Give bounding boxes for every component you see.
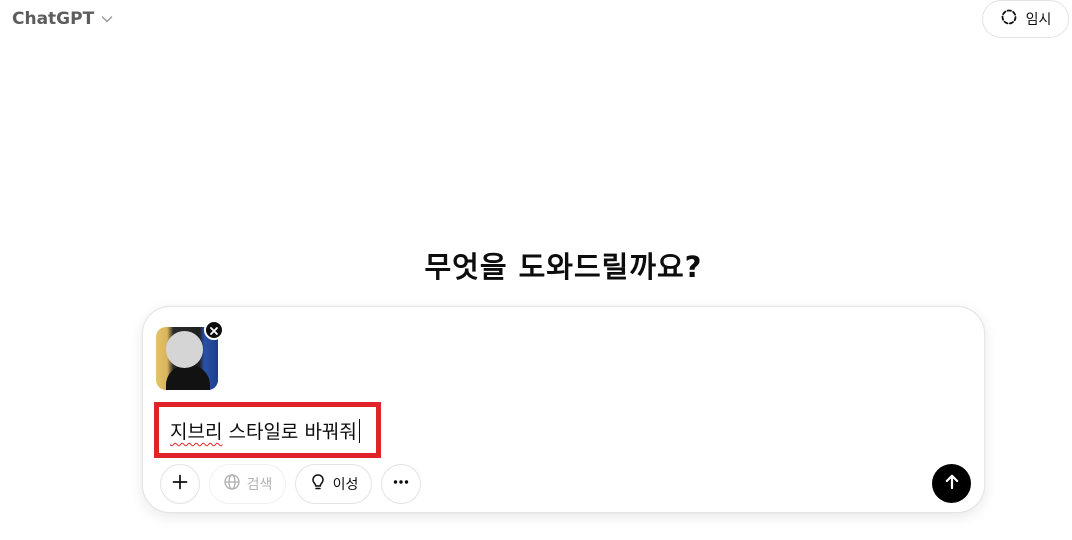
temporary-chat-label: 임시 bbox=[1025, 12, 1052, 28]
globe-icon bbox=[223, 473, 241, 495]
model-switcher[interactable]: ChatGPT bbox=[12, 6, 114, 32]
page-title: 무엇을 도와드릴까요? bbox=[424, 250, 703, 284]
model-name: ChatGPT bbox=[12, 9, 95, 29]
attach-button[interactable] bbox=[160, 464, 200, 504]
plus-icon bbox=[171, 473, 189, 495]
prompt-input[interactable]: 지브리 스타일로 바꿔줘 bbox=[170, 417, 361, 444]
temporary-chat-button[interactable]: 임시 bbox=[982, 0, 1069, 38]
arrow-up-icon bbox=[943, 473, 961, 495]
chevron-down-icon bbox=[100, 12, 114, 26]
more-options-button[interactable] bbox=[381, 464, 421, 504]
send-button[interactable] bbox=[932, 464, 971, 503]
misspelled-word: 지브리 bbox=[170, 421, 223, 443]
dashed-circle-icon bbox=[1000, 8, 1018, 30]
reason-label: 이성 bbox=[332, 477, 359, 493]
remove-attachment-button[interactable] bbox=[204, 320, 224, 340]
reason-button[interactable]: 이성 bbox=[295, 464, 372, 504]
chatgpt-page: ChatGPT 임시 무엇을 도와드릴까요? 지브리 스타일로 바꿔줘 검색 이… bbox=[0, 0, 1072, 540]
prompt-text: 스타일로 바꿔줘 bbox=[222, 421, 357, 443]
search-label: 검색 bbox=[246, 477, 273, 493]
lightbulb-icon bbox=[309, 473, 327, 495]
ellipsis-icon bbox=[392, 473, 410, 495]
close-icon bbox=[209, 321, 219, 340]
attachment-blurred-face bbox=[166, 331, 203, 368]
text-caret bbox=[358, 418, 361, 443]
search-button[interactable]: 검색 bbox=[209, 464, 286, 504]
attachment-person-body bbox=[166, 365, 210, 390]
composer: 지브리 스타일로 바꿔줘 검색 이성 bbox=[142, 306, 985, 513]
